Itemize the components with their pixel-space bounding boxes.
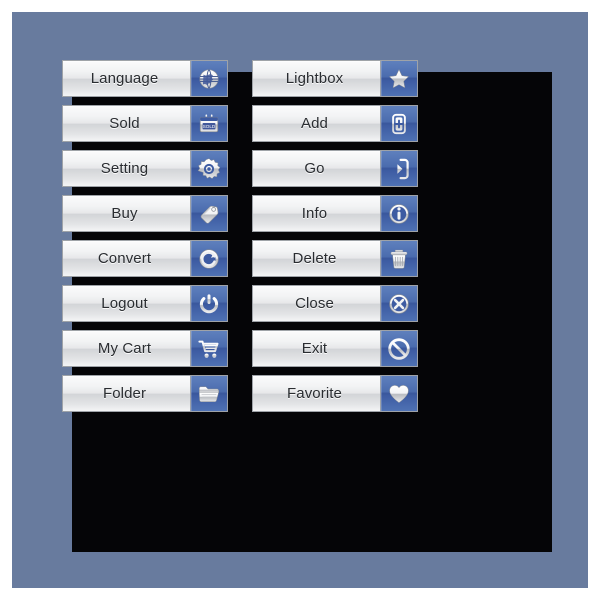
button-label: Close [295, 295, 334, 312]
button-label: Exit [301, 340, 328, 357]
button-buy[interactable]: Buy [62, 195, 228, 232]
folder-icon[interactable] [190, 376, 227, 411]
button-label: Go [304, 160, 325, 177]
go-arrow-icon[interactable] [380, 151, 417, 186]
button-label: Lightbox [285, 70, 344, 87]
screenshot-canvas: Language Sold SOLD Setting Buy Convert Logout M… [0, 0, 600, 600]
gear-icon[interactable] [190, 151, 227, 186]
button-label: Buy [111, 205, 138, 222]
button-label: Favorite [287, 385, 342, 402]
button-my-cart[interactable]: My Cart [62, 330, 228, 367]
star-icon[interactable] [380, 61, 417, 96]
globe-icon[interactable] [190, 61, 227, 96]
button-grid: Language Sold SOLD Setting Buy Convert Logout M… [62, 60, 418, 412]
button-exit[interactable]: Exit [252, 330, 418, 367]
button-label: My Cart [97, 340, 152, 357]
convert-circle-icon[interactable] [190, 241, 227, 276]
button-close[interactable]: Close [252, 285, 418, 322]
button-language[interactable]: Language [62, 60, 228, 97]
button-label: Delete [292, 250, 337, 267]
shopping-cart-icon[interactable] [190, 331, 227, 366]
prohibition-icon[interactable] [380, 331, 417, 366]
button-folder[interactable]: Folder [62, 375, 228, 412]
button-label: Convert [97, 250, 152, 267]
button-label: Folder [102, 385, 147, 402]
button-label: Setting [100, 160, 149, 177]
info-circle-icon[interactable] [380, 196, 417, 231]
close-circle-icon[interactable] [380, 286, 417, 321]
button-go[interactable]: Go [252, 150, 418, 187]
button-add[interactable]: Add [252, 105, 418, 142]
button-label: Language [90, 70, 159, 87]
button-sold[interactable]: Sold SOLD [62, 105, 228, 142]
trash-icon[interactable] [380, 241, 417, 276]
button-info[interactable]: Info [252, 195, 418, 232]
button-lightbox[interactable]: Lightbox [252, 60, 418, 97]
button-label: Logout [101, 295, 148, 312]
button-setting[interactable]: Setting [62, 150, 228, 187]
button-label: Info [301, 205, 328, 222]
calendar-sold-icon[interactable]: SOLD [190, 106, 227, 141]
power-icon[interactable] [190, 286, 227, 321]
button-label: Sold [109, 115, 140, 132]
button-label: Add [301, 115, 328, 132]
button-delete[interactable]: Delete [252, 240, 418, 277]
button-favorite[interactable]: Favorite [252, 375, 418, 412]
button-convert[interactable]: Convert [62, 240, 228, 277]
add-box-icon[interactable] [380, 106, 417, 141]
button-logout[interactable]: Logout [62, 285, 228, 322]
price-tag-icon[interactable] [190, 196, 227, 231]
right-column: Lightbox Add Go Info Delete Close Exit Favorite [252, 60, 418, 412]
left-column: Language Sold SOLD Setting Buy Convert Logout M… [62, 60, 228, 412]
heart-icon[interactable] [380, 376, 417, 411]
svg-text:SOLD: SOLD [203, 123, 216, 128]
